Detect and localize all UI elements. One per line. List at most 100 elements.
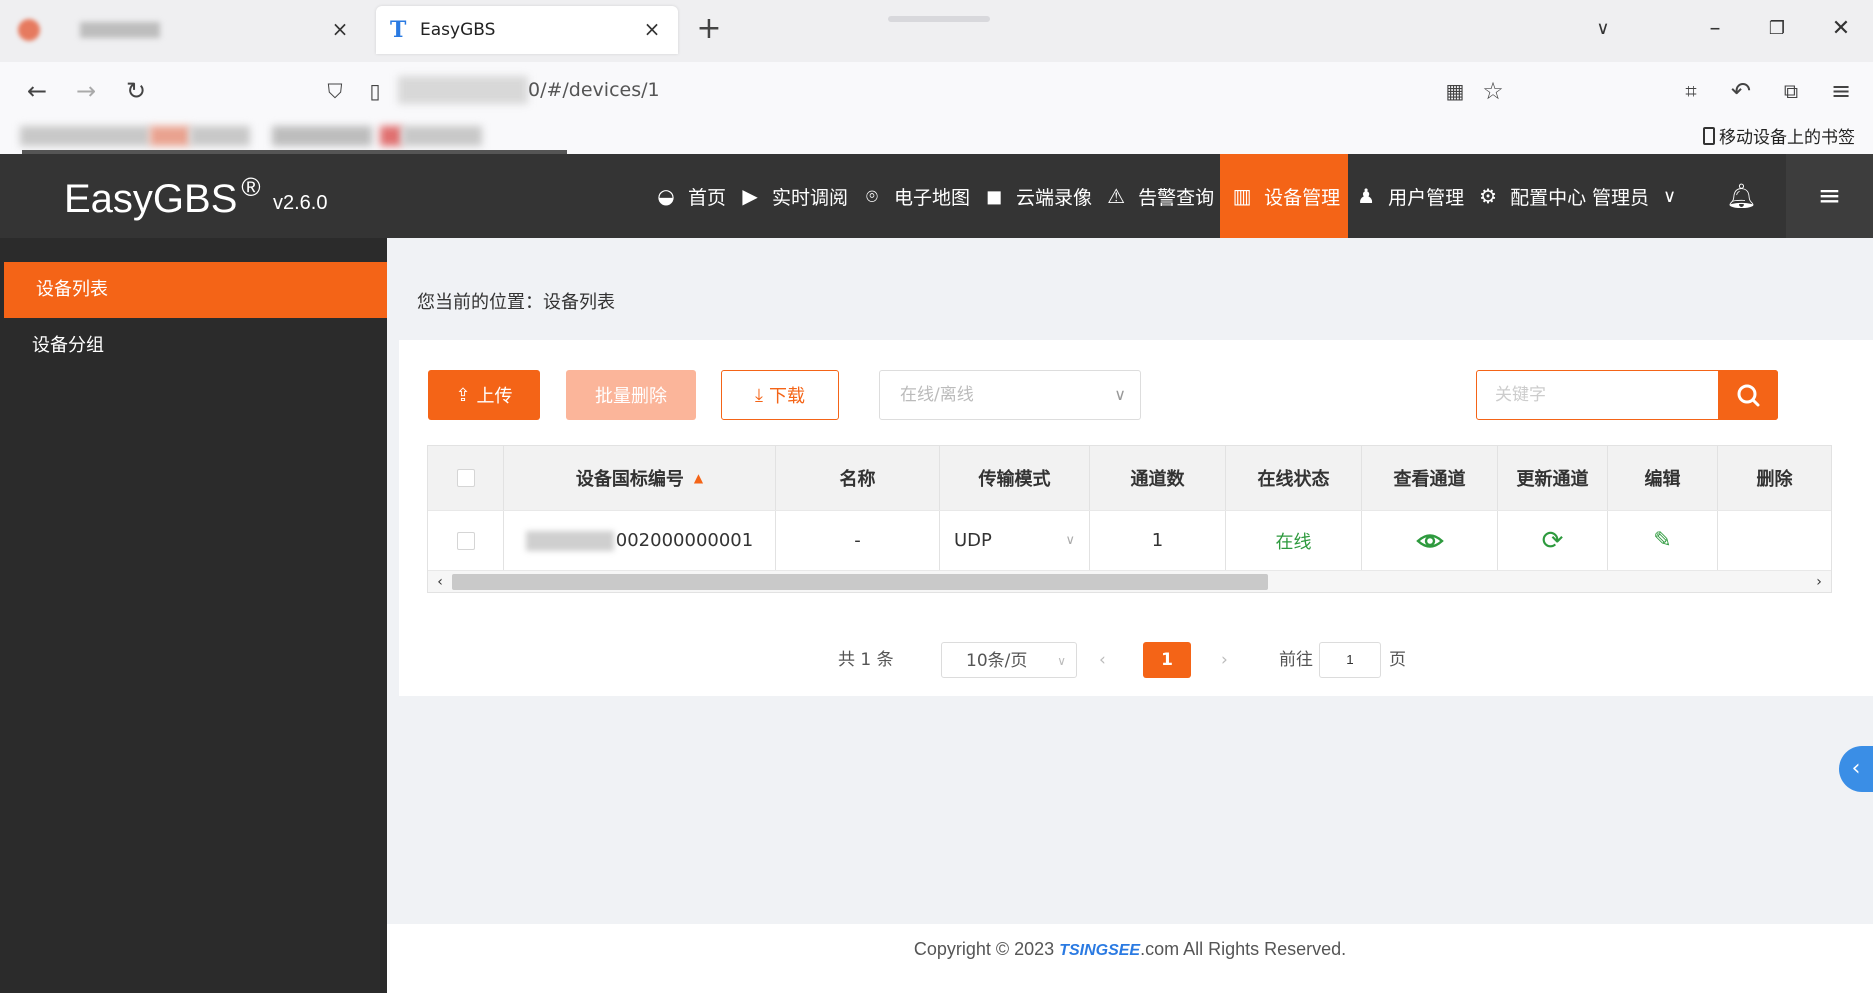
menu-item-live[interactable]: ▶ 实时调阅: [732, 154, 854, 238]
undo-icon[interactable]: ↶: [1726, 76, 1756, 106]
bookmark-redacted[interactable]: [20, 126, 150, 146]
tab-list-chevron-icon[interactable]: ∨: [1588, 14, 1618, 44]
refresh-icon[interactable]: ⟳: [1538, 526, 1568, 556]
logo-registered-mark: ®: [241, 172, 261, 202]
status-filter-select[interactable]: 在线/离线 ∨: [879, 370, 1141, 420]
search-icon: [1737, 384, 1760, 407]
horizontal-scrollbar[interactable]: ‹ ›: [428, 570, 1831, 592]
column-header-status: 在线状态: [1226, 446, 1362, 510]
column-header-channels: 通道数: [1090, 446, 1226, 510]
select-all-cell: [428, 446, 504, 510]
crop-screenshot-icon[interactable]: ⌗: [1676, 76, 1706, 106]
bookmark-redacted[interactable]: [272, 126, 372, 146]
menu-item-alarm[interactable]: ⚠ 告警查询: [1098, 154, 1220, 238]
edit-icon[interactable]: ✎: [1648, 526, 1678, 556]
browser-menu-icon[interactable]: ≡: [1826, 76, 1856, 106]
scrollbar-thumb[interactable]: [452, 574, 1268, 590]
bookmark-star-icon[interactable]: ☆: [1478, 76, 1508, 106]
menu-item-config[interactable]: ⚙ 配置中心: [1470, 154, 1592, 238]
batch-delete-button[interactable]: 批量删除: [566, 370, 696, 420]
tab-close-icon[interactable]: ×: [328, 17, 352, 41]
footer: Copyright © 2023 TSINGSEE.com All Rights…: [387, 924, 1873, 993]
app-logo[interactable]: EasyGBS ®: [64, 172, 261, 222]
menu-label: 配置中心: [1510, 186, 1587, 209]
tsingsee-logo[interactable]: TSINGSEE: [1059, 942, 1140, 959]
menu-item-map[interactable]: ⌾ 电子地图: [854, 154, 976, 238]
page-size-select[interactable]: 10条/页 ∨: [941, 642, 1077, 678]
column-header-name: 名称: [776, 446, 940, 510]
column-header-id[interactable]: 设备国标编号 ▲: [504, 446, 776, 510]
goto-page-input[interactable]: [1319, 642, 1381, 678]
browser-nav-bar: ← → ↻ ⛉ ▯ 0/#/devices/1 ▦ ☆ ⌗ ↶ ⧉ ≡: [0, 62, 1873, 118]
row-checkbox[interactable]: [456, 531, 475, 550]
menu-item-devices[interactable]: ▥ 设备管理: [1220, 154, 1349, 238]
menu-label: 告警查询: [1138, 186, 1215, 209]
qr-code-icon[interactable]: ▦: [1440, 76, 1470, 106]
bookmark-redacted[interactable]: [402, 126, 482, 146]
chevron-down-icon: ∨: [1065, 533, 1075, 548]
bookmark-redacted[interactable]: [380, 126, 402, 146]
search-button[interactable]: [1718, 370, 1778, 420]
menu-item-cloud-record[interactable]: ◼ 云端录像: [976, 154, 1098, 238]
device-name-cell: -: [776, 511, 940, 570]
alarm-icon: ⚠: [1107, 184, 1126, 208]
download-button[interactable]: ⤓ 下载: [721, 370, 839, 420]
column-header-transport: 传输模式: [940, 446, 1090, 510]
chevron-down-icon: ∨: [1114, 385, 1126, 404]
channel-count-cell: 1: [1090, 511, 1226, 570]
prev-page-icon[interactable]: ‹: [1099, 642, 1106, 678]
user-dropdown[interactable]: 管理员 ∨: [1592, 154, 1676, 238]
scroll-right-icon[interactable]: ›: [1809, 571, 1829, 593]
menu-label: 电子地图: [894, 186, 971, 209]
sidebar-item-device-list[interactable]: 设备列表: [4, 262, 387, 318]
extensions-icon[interactable]: ⧉: [1776, 76, 1806, 106]
goto-label: 前往: [1279, 650, 1313, 670]
shield-icon[interactable]: ⛉: [320, 76, 350, 106]
column-header-delete: 删除: [1756, 469, 1793, 490]
play-icon: ▶: [742, 184, 758, 208]
browser-tab-active[interactable]: T EasyGBS ×: [376, 6, 678, 54]
hamburger-menu-icon[interactable]: ≡: [1786, 154, 1873, 238]
columns-icon: ▥: [1232, 184, 1252, 208]
forward-arrow-icon[interactable]: →: [71, 76, 101, 106]
sort-ascending-icon[interactable]: ▲: [694, 471, 703, 485]
restore-icon[interactable]: ❐: [1762, 14, 1792, 44]
user-icon: ♟: [1357, 184, 1376, 208]
app-header: EasyGBS ® v2.6.0 ◒ 首页 ▶ 实时调阅 ⌾ 电子地图 ◼ 云端录…: [0, 154, 1873, 238]
minimize-icon[interactable]: –: [1700, 14, 1730, 44]
update-channel-cell: ⟳: [1498, 511, 1608, 570]
app-version: v2.6.0: [273, 192, 328, 214]
search-input[interactable]: [1477, 371, 1719, 419]
side-panel-toggle-icon[interactable]: ‹: [1839, 746, 1873, 792]
mobile-bookmarks[interactable]: 移动设备上的书签: [1703, 123, 1855, 148]
eye-icon[interactable]: [1415, 526, 1445, 556]
page-number-current[interactable]: 1: [1143, 642, 1191, 678]
column-header-edit: 编辑: [1608, 446, 1718, 510]
tab-close-icon[interactable]: ×: [640, 17, 664, 41]
sidebar-item-device-group[interactable]: 设备分组: [0, 318, 387, 374]
bookmark-redacted[interactable]: [190, 126, 250, 146]
transport-select[interactable]: UDP ∨: [940, 530, 1089, 551]
close-window-icon[interactable]: ✕: [1826, 14, 1856, 44]
download-icon: ⤓: [755, 384, 763, 406]
select-all-checkbox[interactable]: [456, 469, 475, 487]
upload-button[interactable]: ⇪ 上传: [428, 370, 540, 420]
upload-label: 上传: [476, 386, 513, 407]
scroll-left-icon[interactable]: ‹: [430, 571, 450, 593]
next-page-icon[interactable]: ›: [1221, 642, 1228, 678]
window-drag-handle[interactable]: [888, 16, 990, 22]
browser-tab-inactive[interactable]: ×: [10, 6, 366, 54]
back-arrow-icon[interactable]: ←: [22, 76, 52, 106]
mobile-device-icon: [1703, 126, 1715, 145]
bell-icon[interactable]: 🔔︎: [1726, 182, 1756, 210]
address-bar-url[interactable]: 0/#/devices/1: [528, 76, 660, 104]
bookmark-redacted[interactable]: [150, 126, 190, 146]
reload-icon[interactable]: ↻: [121, 76, 151, 106]
menu-item-users[interactable]: ♟ 用户管理: [1348, 154, 1470, 238]
new-tab-button[interactable]: +: [694, 14, 724, 44]
status-cell: 在线: [1226, 511, 1362, 570]
page-icon[interactable]: ▯: [360, 76, 390, 106]
delete-cell[interactable]: [1718, 511, 1831, 570]
bookmark-bar: 移动设备上的书签: [0, 118, 1873, 154]
menu-item-home[interactable]: ◒ 首页: [648, 154, 732, 238]
